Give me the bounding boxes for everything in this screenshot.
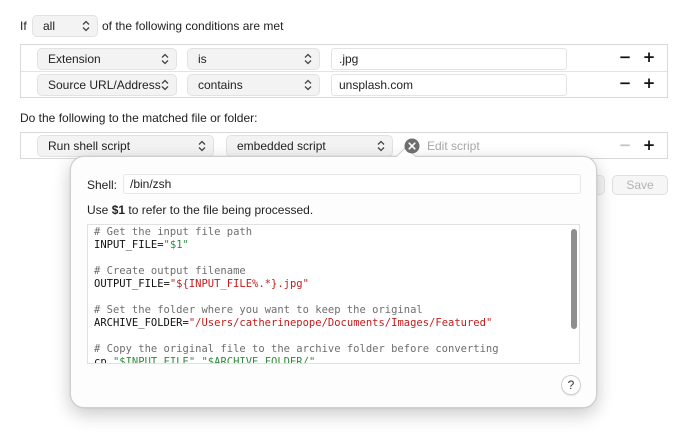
- code-token: "$1": [163, 239, 189, 251]
- code-line: # Copy the original file to the archive …: [94, 343, 499, 355]
- chevron-updown-icon: [377, 140, 385, 152]
- code-token: ARCHIVE_FOLDER=: [94, 317, 189, 329]
- match-all-value: all: [43, 19, 56, 33]
- code-token: cp: [94, 356, 113, 364]
- code-token: "/Users/catherinepope/Documents/Images/F…: [188, 317, 493, 329]
- plus-icon[interactable]: +: [641, 138, 657, 154]
- condition-operator-value: is: [198, 52, 207, 66]
- chevron-updown-icon: [304, 53, 312, 65]
- condition-operator-select[interactable]: contains: [187, 74, 320, 96]
- script-editor-popover: Shell: /bin/zsh Use $1 to refer to the f…: [70, 156, 597, 408]
- plus-icon[interactable]: +: [641, 76, 657, 92]
- chevron-updown-icon: [161, 53, 169, 65]
- minus-icon[interactable]: −: [617, 50, 633, 66]
- save-button[interactable]: Save: [612, 175, 668, 195]
- script-type-value: embedded script: [237, 139, 326, 153]
- code-line: INPUT_FILE="$1": [94, 239, 189, 252]
- code-token: "${INPUT_FILE%.*}.jpg": [169, 278, 309, 290]
- script-code-editor[interactable]: # Get the input file path INPUT_FILE="$1…: [87, 224, 580, 364]
- condition-value-field[interactable]: unsplash.com: [331, 74, 567, 96]
- hint-prefix: Use: [87, 203, 112, 217]
- hint-variable: $1: [111, 203, 126, 217]
- hint-text: Use $1 to refer to the file being proces…: [87, 203, 313, 217]
- condition-attribute-select[interactable]: Source URL/Address: [37, 74, 177, 96]
- code-line: # Create output filename: [94, 265, 246, 277]
- code-scrollbar[interactable]: [571, 229, 577, 329]
- chevron-updown-icon: [82, 20, 90, 32]
- condition-operator-select[interactable]: is: [187, 48, 320, 70]
- shell-field[interactable]: /bin/zsh: [123, 174, 581, 194]
- close-circle-icon[interactable]: [404, 138, 420, 154]
- chevron-updown-icon: [304, 79, 312, 91]
- conditions-suffix: of the following conditions are met: [102, 19, 284, 33]
- help-button[interactable]: ?: [561, 375, 581, 395]
- action-value: Run shell script: [48, 139, 131, 153]
- script-type-select[interactable]: embedded script: [226, 135, 393, 157]
- actions-heading: Do the following to the matched file or …: [20, 111, 258, 125]
- chevron-updown-icon: [198, 140, 206, 152]
- code-line: # Set the folder where you want to keep …: [94, 304, 423, 316]
- code-line: # Get the input file path: [94, 226, 253, 238]
- hint-suffix: to refer to the file being processed.: [125, 203, 314, 217]
- minus-icon[interactable]: −: [617, 138, 633, 154]
- minus-icon[interactable]: −: [617, 76, 633, 92]
- condition-value-field[interactable]: .jpg: [331, 48, 567, 70]
- condition-attribute-value: Source URL/Address: [48, 78, 161, 92]
- condition-attribute-value: Extension: [48, 52, 101, 66]
- plus-icon[interactable]: +: [641, 50, 657, 66]
- action-select[interactable]: Run shell script: [37, 135, 214, 157]
- code-token: "$ARCHIVE_FOLDER/": [201, 356, 316, 364]
- match-all-select[interactable]: all: [32, 15, 98, 37]
- code-token: OUTPUT_FILE=: [94, 278, 170, 290]
- code-line: ARCHIVE_FOLDER="/Users/catherinepope/Doc…: [94, 317, 492, 330]
- row-divider: [21, 71, 667, 72]
- code-token: INPUT_FILE=: [94, 239, 164, 251]
- shell-label: Shell:: [87, 178, 118, 192]
- condition-attribute-select[interactable]: Extension: [37, 48, 177, 70]
- condition-operator-value: contains: [198, 78, 243, 92]
- chevron-updown-icon: [161, 79, 169, 91]
- code-line: OUTPUT_FILE="${INPUT_FILE%.*}.jpg": [94, 278, 309, 291]
- edit-script-button[interactable]: Edit script: [427, 139, 480, 153]
- if-label: If: [20, 19, 27, 33]
- code-line: cp "$INPUT_FILE" "$ARCHIVE_FOLDER/": [94, 356, 316, 364]
- code-token: "$INPUT_FILE": [112, 356, 196, 364]
